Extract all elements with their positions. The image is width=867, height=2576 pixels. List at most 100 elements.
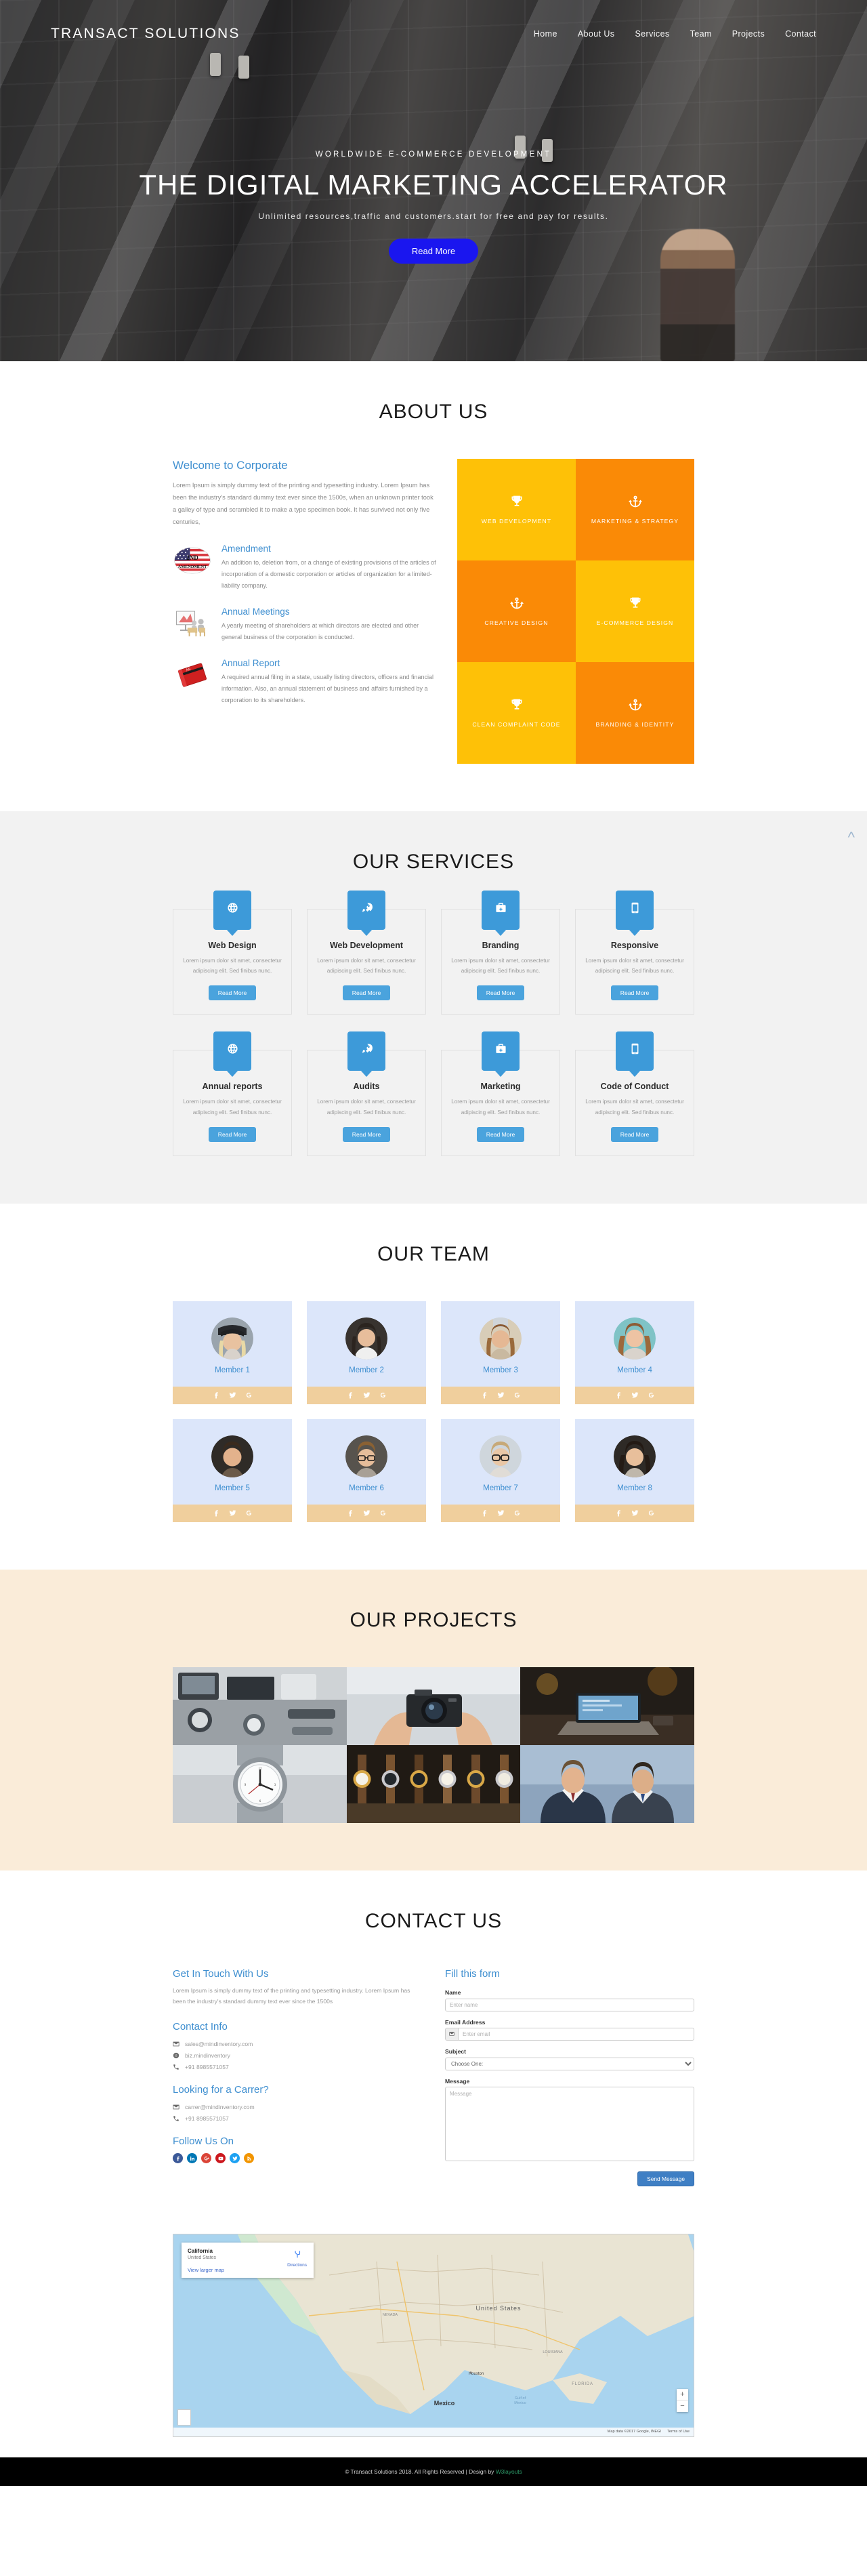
career-email[interactable]: carrer@mindinventory.com	[173, 2104, 423, 2110]
project-thumb-businessmen-suits[interactable]	[520, 1744, 694, 1823]
service-read-more-button[interactable]: Read More	[342, 1126, 391, 1142]
service-card-web-development[interactable]: Web Development Lorem ipsum dolor sit am…	[307, 891, 426, 1015]
google-map[interactable]: United States Mexico Houston FLORIDA Gul…	[173, 2233, 694, 2437]
service-text: Lorem ipsum dolor sit amet, consectetur …	[451, 958, 550, 975]
team-member-card[interactable]: Member 4	[575, 1301, 694, 1404]
facebook-icon[interactable]	[481, 1509, 488, 1517]
facebook-icon[interactable]	[481, 1391, 488, 1399]
service-read-more-button[interactable]: Read More	[610, 985, 659, 1001]
about-tile-marketing-strategy[interactable]: MARKETING & STRATEGY	[576, 459, 694, 560]
svg-text:Gulf of: Gulf of	[515, 2396, 526, 2400]
project-thumb-desk-workspace[interactable]	[173, 1667, 347, 1745]
facebook-icon[interactable]	[213, 1509, 220, 1517]
team-member-card[interactable]: Member 3	[441, 1301, 560, 1404]
contact-email[interactable]: sales@mindinventory.com	[173, 2041, 423, 2047]
service-title: Web Design	[208, 941, 257, 950]
project-thumb-hands-camera[interactable]	[346, 1667, 521, 1745]
twitter-icon[interactable]	[362, 1391, 371, 1399]
team-member-card[interactable]: Member 8	[575, 1418, 694, 1522]
team-grid-row-1: Member 1 Member 2 Member 3 Member 4	[173, 1301, 694, 1404]
service-read-more-button[interactable]: Read More	[476, 985, 525, 1001]
google-plus-icon[interactable]	[648, 1509, 655, 1517]
facebook-icon[interactable]	[347, 1391, 354, 1399]
google-plus-icon[interactable]	[245, 1391, 253, 1399]
service-card-audits[interactable]: Audits Lorem ipsum dolor sit amet, conse…	[307, 1031, 426, 1156]
name-field[interactable]	[445, 1998, 694, 2011]
google-plus-icon[interactable]	[513, 1391, 521, 1399]
service-card-branding[interactable]: Branding Lorem ipsum dolor sit amet, con…	[441, 891, 560, 1015]
scroll-to-top-icon[interactable]: ^	[848, 829, 855, 846]
service-card-web-design[interactable]: Web Design Lorem ipsum dolor sit amet, c…	[173, 891, 292, 1015]
message-textarea[interactable]	[445, 2086, 694, 2161]
contact-skype[interactable]: S biz.mindinventory	[173, 2052, 423, 2059]
footer-designer-link[interactable]: W3layouts	[496, 2468, 522, 2475]
service-read-more-button[interactable]: Read More	[208, 1126, 257, 1142]
service-read-more-button[interactable]: Read More	[476, 1126, 525, 1142]
facebook-icon[interactable]	[173, 2153, 183, 2164]
contact-phone[interactable]: +91 8985571057	[173, 2064, 423, 2070]
google-plus-icon[interactable]	[245, 1509, 253, 1517]
zoom-in-button[interactable]: +	[677, 2389, 688, 2400]
rocket-icon	[347, 891, 385, 930]
service-read-more-button[interactable]: Read More	[342, 985, 391, 1001]
twitter-icon[interactable]	[230, 2153, 240, 2164]
zoom-out-button[interactable]: −	[677, 2400, 688, 2412]
map-terms-link[interactable]: Terms of Use	[667, 2430, 690, 2434]
svg-text:12: 12	[259, 1767, 263, 1771]
nav-item-about-us[interactable]: About Us	[578, 29, 615, 39]
site-logo[interactable]: TRANSACT SOLUTIONS	[51, 26, 240, 42]
rss-icon[interactable]	[244, 2153, 254, 2164]
team-member-card[interactable]: Member 2	[307, 1301, 426, 1404]
team-member-card[interactable]: Member 6	[307, 1418, 426, 1522]
team-member-card[interactable]: Member 7	[441, 1418, 560, 1522]
facebook-icon[interactable]	[615, 1509, 622, 1517]
service-read-more-button[interactable]: Read More	[610, 1126, 659, 1142]
twitter-icon[interactable]	[362, 1509, 371, 1517]
project-thumb-leather-watches[interactable]	[346, 1744, 521, 1823]
twitter-icon[interactable]	[228, 1509, 236, 1517]
facebook-icon[interactable]	[615, 1391, 622, 1399]
subject-select[interactable]: Choose One:	[445, 2057, 694, 2070]
twitter-icon[interactable]	[631, 1391, 639, 1399]
service-card-annual-reports[interactable]: Annual reports Lorem ipsum dolor sit ame…	[173, 1031, 292, 1156]
service-card-code-of-conduct[interactable]: Code of Conduct Lorem ipsum dolor sit am…	[575, 1031, 694, 1156]
nav-item-projects[interactable]: Projects	[732, 29, 765, 39]
google-plus-icon[interactable]	[648, 1391, 655, 1399]
nav-item-contact[interactable]: Contact	[785, 29, 816, 39]
twitter-icon[interactable]	[631, 1509, 639, 1517]
about-tile-branding-identity[interactable]: BRANDING & IDENTITY	[576, 662, 694, 764]
service-card-responsive[interactable]: Responsive Lorem ipsum dolor sit amet, c…	[575, 891, 694, 1015]
google-plus-icon[interactable]	[379, 1391, 387, 1399]
team-member-card[interactable]: Member 1	[173, 1301, 292, 1404]
facebook-icon[interactable]	[213, 1391, 220, 1399]
nav-item-home[interactable]: Home	[534, 29, 557, 39]
nav-item-team[interactable]: Team	[690, 29, 712, 39]
project-thumb-laptop-night[interactable]	[520, 1667, 694, 1745]
about-tile-creative-design[interactable]: CREATIVE DESIGN	[457, 560, 576, 662]
about-tile-e-commerce-design[interactable]: E-COMMERCE DESIGN	[576, 560, 694, 662]
directions-button[interactable]: Directions	[287, 2249, 307, 2268]
twitter-icon[interactable]	[496, 1509, 505, 1517]
google-plus-icon[interactable]	[201, 2153, 211, 2164]
email-field[interactable]	[457, 2027, 694, 2041]
youtube-icon[interactable]	[215, 2153, 226, 2164]
google-plus-icon[interactable]	[513, 1509, 521, 1517]
twitter-icon[interactable]	[496, 1391, 505, 1399]
career-phone[interactable]: +91 8985571057	[173, 2115, 423, 2122]
view-larger-map-link[interactable]: View larger map	[188, 2267, 308, 2273]
send-message-button[interactable]: Send Message	[637, 2171, 694, 2186]
twitter-icon[interactable]	[228, 1391, 236, 1399]
hero-read-more-button[interactable]: Read More	[388, 239, 479, 264]
nav-item-services[interactable]: Services	[635, 29, 669, 39]
contact-section-title: CONTACT US	[364, 1909, 503, 1932]
project-thumb-wrist-watch[interactable]: 12 3 6 9	[173, 1744, 347, 1823]
name-label: Name	[445, 1988, 461, 1996]
facebook-icon[interactable]	[347, 1509, 354, 1517]
google-plus-icon[interactable]	[379, 1509, 387, 1517]
about-tile-clean-complaint-code[interactable]: CLEAN COMPLAINT CODE	[457, 662, 576, 764]
service-card-marketing[interactable]: Marketing Lorem ipsum dolor sit amet, co…	[441, 1031, 560, 1156]
about-tile-web-development[interactable]: WEB DEVELOPMENT	[457, 459, 576, 560]
linkedin-icon[interactable]	[187, 2153, 197, 2164]
team-member-card[interactable]: Member 5	[173, 1418, 292, 1522]
service-read-more-button[interactable]: Read More	[208, 985, 257, 1001]
